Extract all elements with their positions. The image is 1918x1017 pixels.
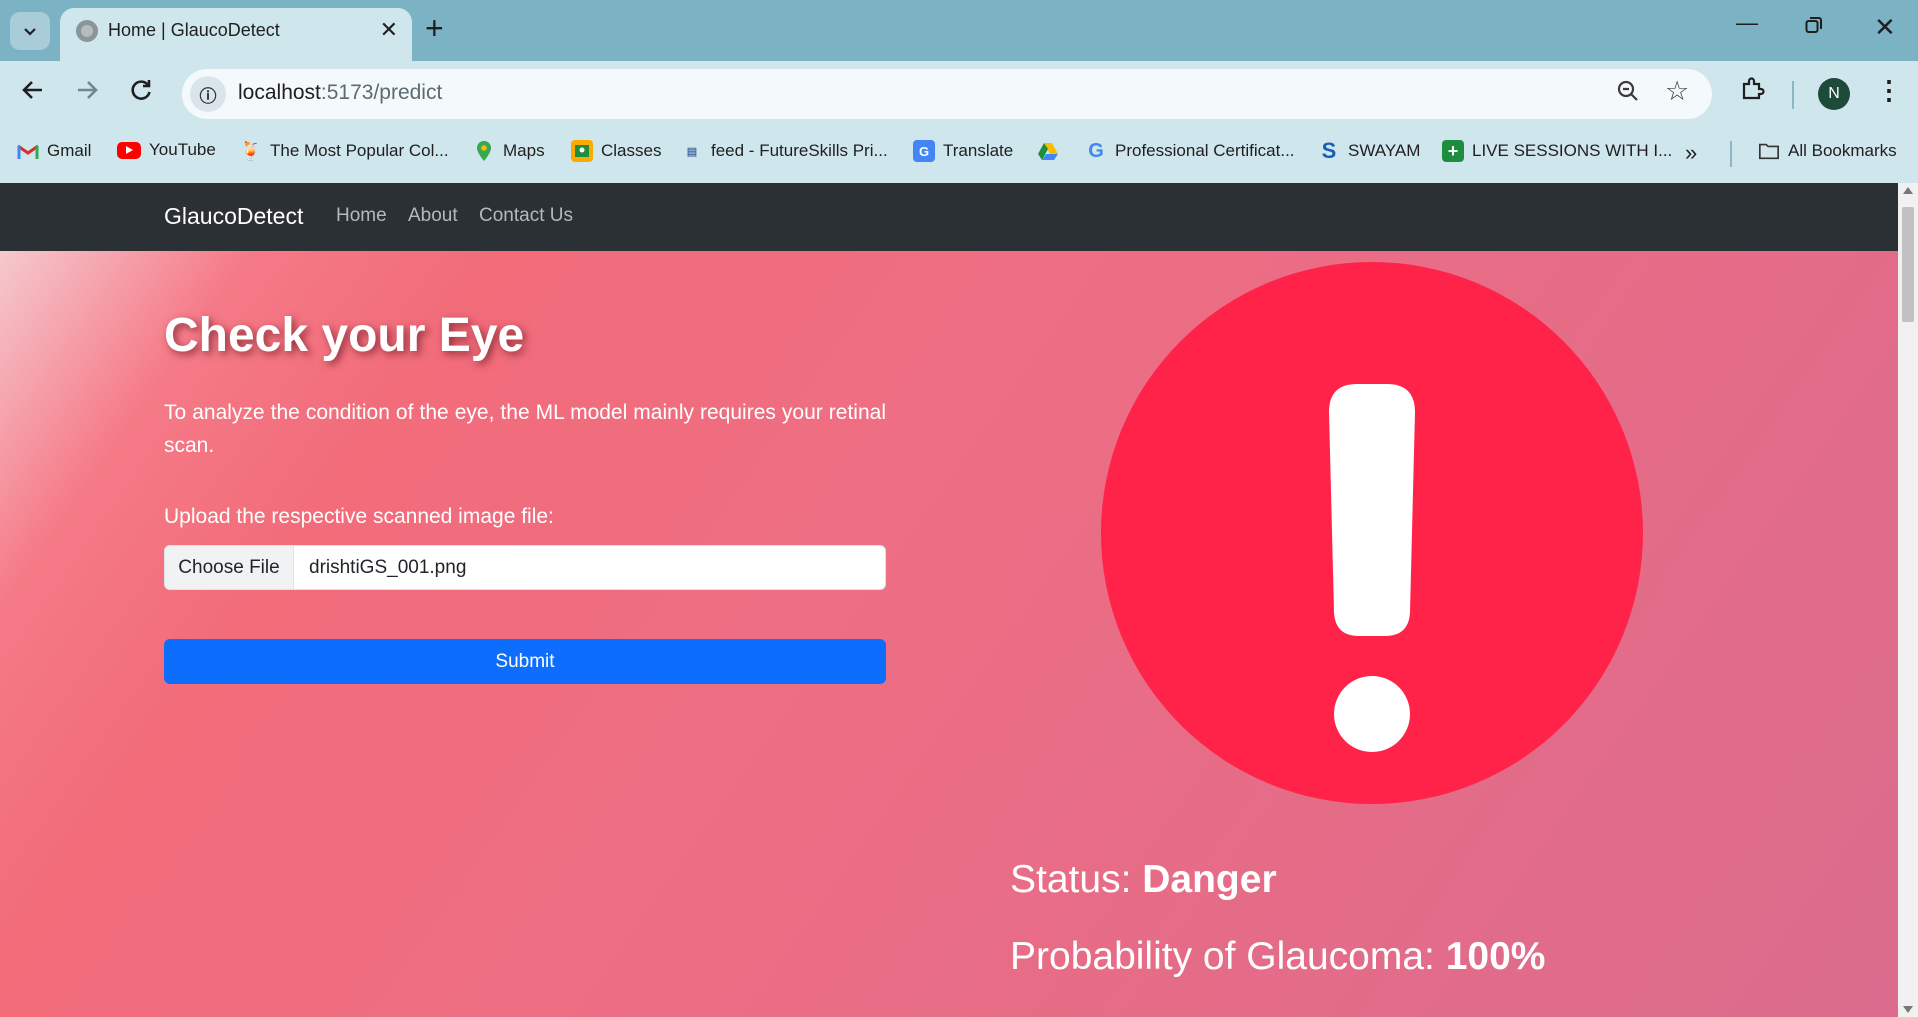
bookmark-swayam[interactable]: S SWAYAM bbox=[1318, 138, 1421, 163]
minimize-icon[interactable]: — bbox=[1736, 10, 1758, 36]
selected-file-name: drishtiGS_001.png bbox=[309, 557, 467, 578]
nav-link-contact[interactable]: Contact Us bbox=[479, 205, 573, 227]
extensions-icon[interactable] bbox=[1740, 76, 1766, 109]
chevron-down-icon bbox=[24, 28, 36, 36]
reload-button[interactable] bbox=[128, 77, 154, 110]
bookmarks-divider bbox=[1730, 141, 1732, 167]
site-info-icon[interactable]: ⓘ bbox=[190, 76, 226, 112]
choose-file-button[interactable]: Choose File bbox=[165, 546, 294, 589]
sheets-icon: + bbox=[1442, 140, 1464, 162]
close-tab-icon[interactable]: ✕ bbox=[380, 17, 398, 43]
maps-icon bbox=[473, 140, 495, 162]
classroom-icon bbox=[571, 140, 593, 162]
page-viewport: GlaucoDetect Home About Contact Us Check… bbox=[0, 183, 1898, 1017]
scroll-down-icon[interactable] bbox=[1903, 1006, 1913, 1013]
alert-exclamation-icon bbox=[1101, 262, 1643, 804]
reload-icon bbox=[131, 80, 151, 100]
zoom-icon[interactable] bbox=[1616, 79, 1640, 110]
nav-link-about[interactable]: About bbox=[408, 205, 458, 227]
google-icon: G bbox=[1088, 139, 1104, 162]
bookmark-futureskills[interactable]: ▤ feed - FutureSkills Pri... bbox=[681, 140, 888, 162]
bookmark-classes[interactable]: Classes bbox=[571, 140, 661, 162]
bookmark-popular-col[interactable]: 🍹 The Most Popular Col... bbox=[240, 140, 449, 162]
bookmark-professional-cert[interactable]: G Professional Certificat... bbox=[1085, 139, 1294, 162]
tab-search-button[interactable] bbox=[10, 12, 50, 50]
browser-tab-active[interactable]: Home | GlaucoDetect ✕ bbox=[60, 8, 412, 61]
site-brand[interactable]: GlaucoDetect bbox=[164, 203, 303, 230]
bookmarks-bar: Gmail YouTube 🍹 The Most Popular Col... M… bbox=[0, 127, 1918, 183]
folder-icon bbox=[1758, 140, 1780, 162]
translate-icon: G bbox=[913, 140, 935, 162]
scroll-up-icon[interactable] bbox=[1903, 187, 1913, 194]
nav-link-home[interactable]: Home bbox=[336, 205, 387, 227]
intro-text: To analyze the condition of the eye, the… bbox=[164, 401, 886, 457]
probability-result: Probability of Glaucoma: 100% bbox=[1010, 935, 1546, 978]
forward-button[interactable] bbox=[74, 77, 100, 110]
address-bar[interactable]: ⓘ localhost:5173/predict ☆ bbox=[182, 69, 1712, 119]
status-value: Danger bbox=[1142, 858, 1277, 901]
file-input[interactable]: Choose File drishtiGS_001.png bbox=[164, 545, 886, 590]
toolbar-divider bbox=[1792, 81, 1794, 109]
browser-menu-icon[interactable]: ⋮ bbox=[1876, 75, 1902, 106]
url-text[interactable]: localhost:5173/predict bbox=[238, 81, 442, 105]
profile-avatar[interactable]: N bbox=[1818, 78, 1850, 110]
globe-icon bbox=[76, 20, 98, 42]
probability-value: 100% bbox=[1445, 935, 1546, 978]
bookmark-drive[interactable] bbox=[1037, 140, 1059, 162]
page-scrollbar[interactable] bbox=[1898, 183, 1918, 1017]
bookmark-gmail[interactable]: Gmail bbox=[17, 140, 91, 162]
tab-strip: Home | GlaucoDetect ✕ + — ✕ bbox=[0, 0, 1918, 61]
more-bookmarks-icon[interactable]: » bbox=[1685, 140, 1697, 166]
upload-label: Upload the respective scanned image file… bbox=[164, 505, 554, 528]
gmail-icon bbox=[17, 140, 39, 162]
back-button[interactable] bbox=[20, 77, 46, 110]
scroll-thumb[interactable] bbox=[1902, 207, 1914, 322]
submit-button[interactable]: Submit bbox=[164, 639, 886, 684]
bookmark-translate[interactable]: G Translate bbox=[913, 140, 1013, 162]
restore-icon[interactable] bbox=[1805, 14, 1823, 40]
site-navbar: GlaucoDetect Home About Contact Us bbox=[0, 183, 1898, 251]
new-tab-button[interactable]: + bbox=[425, 10, 444, 47]
bookmark-youtube[interactable]: YouTube bbox=[117, 140, 216, 160]
bookmark-live-sessions[interactable]: + LIVE SESSIONS WITH I... bbox=[1442, 140, 1672, 162]
tab-title: Home | GlaucoDetect bbox=[108, 20, 280, 40]
page-title: Check your Eye bbox=[164, 309, 525, 362]
status-result: Status: Danger bbox=[1010, 858, 1277, 901]
arrow-right-icon bbox=[78, 81, 98, 99]
arrow-left-icon bbox=[22, 81, 42, 99]
bookmark-maps[interactable]: Maps bbox=[473, 140, 545, 162]
drive-icon bbox=[1037, 140, 1059, 162]
cup-icon: 🍹 bbox=[239, 140, 263, 161]
futureskills-icon: ▤ bbox=[686, 145, 698, 158]
swayam-icon: S bbox=[1321, 138, 1337, 163]
close-window-icon[interactable]: ✕ bbox=[1874, 12, 1896, 43]
youtube-icon bbox=[117, 141, 141, 159]
browser-toolbar: ⓘ localhost:5173/predict ☆ N ⋮ bbox=[0, 61, 1918, 127]
bookmark-star-icon[interactable]: ☆ bbox=[1665, 76, 1689, 107]
all-bookmarks[interactable]: All Bookmarks bbox=[1758, 140, 1897, 162]
